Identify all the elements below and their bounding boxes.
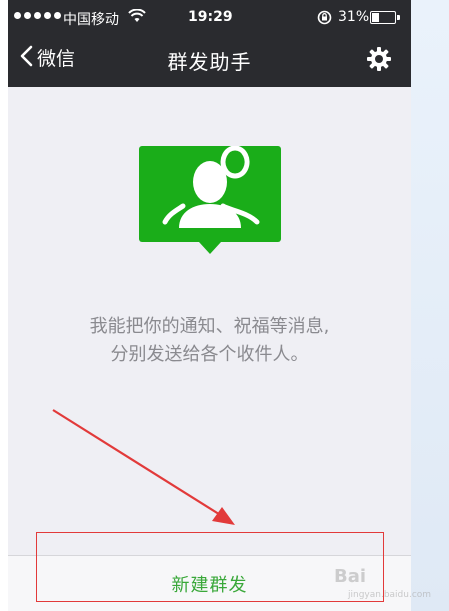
page-title: 群发助手 bbox=[167, 50, 252, 74]
navigation-bar: 微信 群发助手 bbox=[8, 34, 411, 87]
description-text: 我能把你的通知、祝福等消息, 分别发送给各个收件人。 bbox=[8, 313, 411, 369]
carrier-name: 中国移动 bbox=[63, 12, 119, 28]
gear-icon[interactable] bbox=[366, 46, 392, 76]
battery-percentage: 31% bbox=[338, 9, 370, 25]
rotation-lock-icon bbox=[317, 10, 332, 29]
top-bar: 中国移动 19:29 31% 微信 群发助手 bbox=[8, 0, 411, 87]
wifi-icon bbox=[128, 8, 146, 27]
status-time: 19:29 bbox=[188, 9, 233, 25]
phone-screen: 中国移动 19:29 31% 微信 群发助手 我能把你的通知、祝福等消息, 分别… bbox=[8, 0, 411, 611]
description-line: 我能把你的通知、祝福等消息, bbox=[89, 316, 330, 337]
battery-icon bbox=[370, 11, 400, 24]
group-people-icon bbox=[139, 145, 281, 260]
window-background bbox=[411, 0, 449, 611]
status-bar: 中国移动 19:29 31% bbox=[8, 0, 411, 34]
watermark-logo: Bai bbox=[334, 566, 367, 587]
signal-strength-icon bbox=[14, 12, 61, 19]
watermark-url: jingyan.baidu.com bbox=[348, 590, 432, 600]
description-line: 分别发送给各个收件人。 bbox=[110, 344, 309, 365]
